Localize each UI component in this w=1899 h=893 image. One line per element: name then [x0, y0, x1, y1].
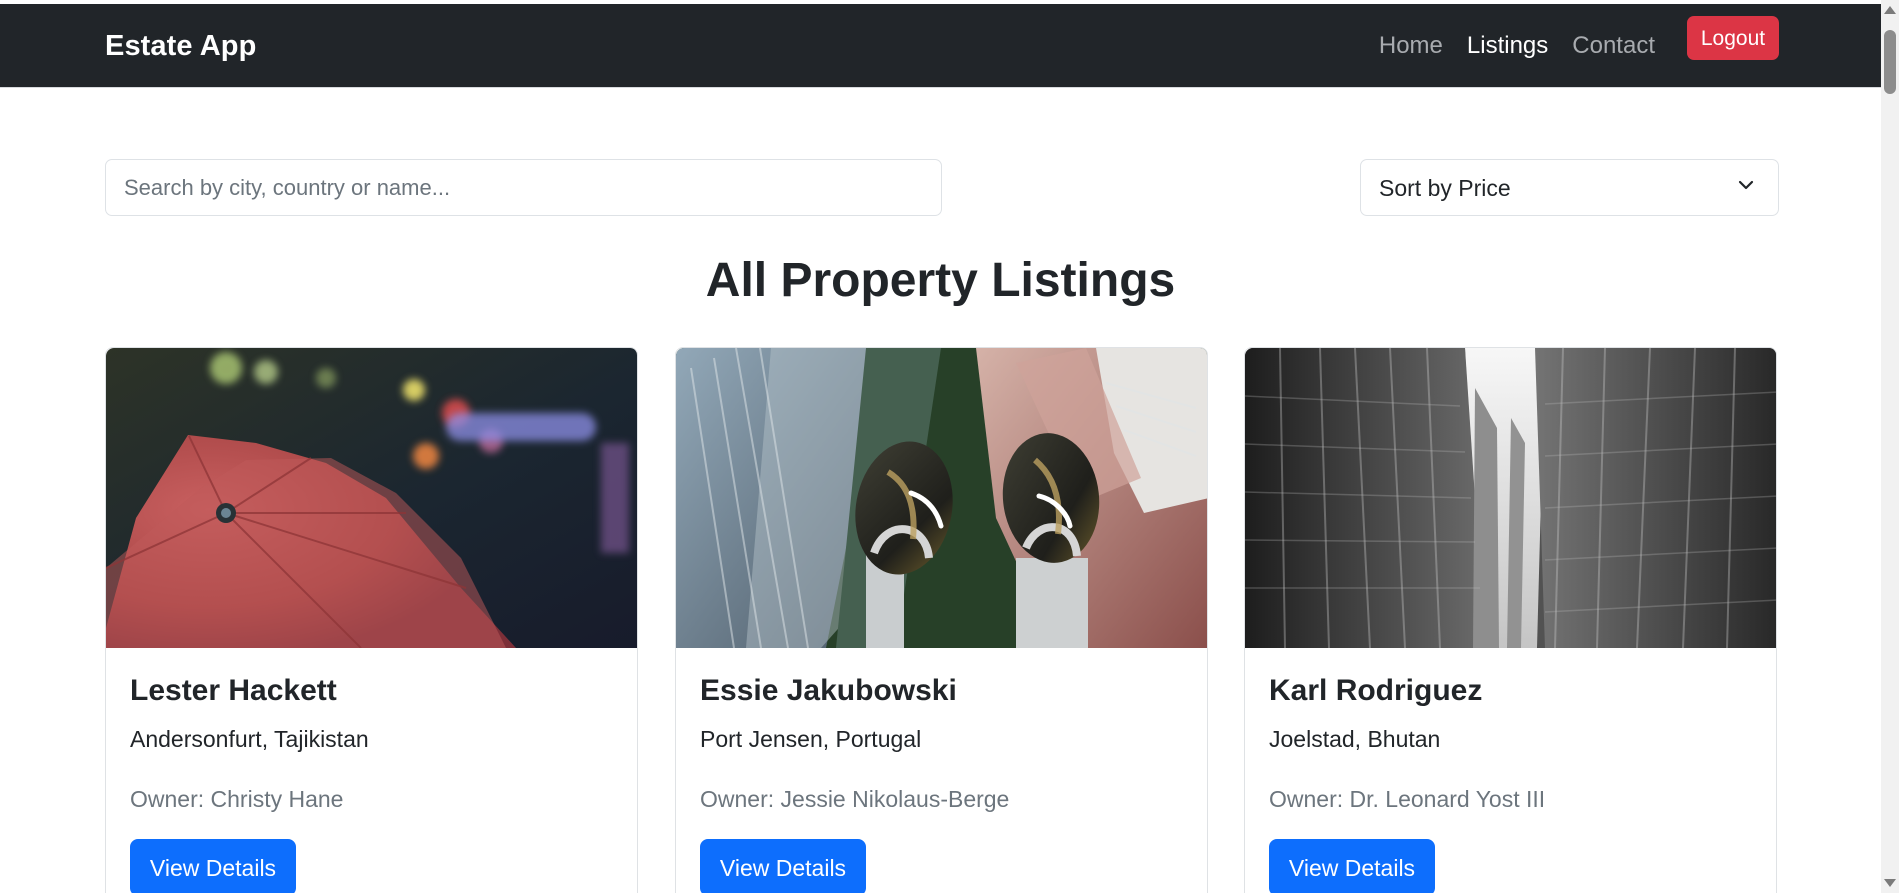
- view-details-button[interactable]: View Details: [700, 839, 866, 893]
- vertical-scrollbar[interactable]: [1881, 0, 1899, 893]
- card-title: Lester Hackett: [130, 674, 337, 707]
- nav-link-home[interactable]: Home: [1379, 32, 1443, 60]
- owner-name: Jessie Nikolaus-Berge: [780, 786, 1010, 812]
- card-location: Andersonfurt, Tajikistan: [130, 726, 369, 752]
- logout-button[interactable]: Logout: [1687, 16, 1779, 60]
- scroll-up-icon[interactable]: [1884, 6, 1896, 14]
- owner-label: Owner:: [130, 786, 205, 812]
- property-card: Lester Hackett Andersonfurt, Tajikistan …: [105, 347, 638, 893]
- card-location: Joelstad, Bhutan: [1269, 726, 1441, 752]
- card-owner: Owner: Jessie Nikolaus-Berge: [700, 786, 1009, 813]
- nav-link-contact[interactable]: Contact: [1572, 32, 1655, 60]
- nav-links: Home Listings Contact: [1379, 32, 1655, 60]
- chevron-down-icon: [1738, 177, 1754, 193]
- card-image-umbrella: [106, 348, 637, 648]
- umbrella-photo-icon: [106, 348, 637, 648]
- scroll-down-icon[interactable]: [1884, 879, 1896, 887]
- top-navbar: Estate App Home Listings Contact Logout: [0, 4, 1881, 88]
- nav-link-listings[interactable]: Listings: [1467, 32, 1548, 60]
- search-input[interactable]: [105, 159, 942, 216]
- owner-label: Owner:: [700, 786, 775, 812]
- card-owner: Owner: Dr. Leonard Yost III: [1269, 786, 1545, 813]
- street-buildings-photo-icon: [1245, 348, 1776, 648]
- owner-label: Owner:: [1269, 786, 1344, 812]
- card-image-city-feet: [676, 348, 1207, 648]
- owner-name: Christy Hane: [210, 786, 344, 812]
- estate-app-page: Estate App Home Listings Contact Logout …: [0, 0, 1899, 893]
- view-details-button[interactable]: View Details: [130, 839, 296, 893]
- card-title: Karl Rodriguez: [1269, 674, 1483, 707]
- card-owner: Owner: Christy Hane: [130, 786, 343, 813]
- sort-select[interactable]: Sort by Price: [1360, 159, 1779, 216]
- property-card: Karl Rodriguez Joelstad, Bhutan Owner: D…: [1244, 347, 1777, 893]
- card-title: Essie Jakubowski: [700, 674, 957, 707]
- brand-logo[interactable]: Estate App: [105, 30, 256, 63]
- owner-name: Dr. Leonard Yost III: [1349, 786, 1546, 812]
- scrollbar-thumb[interactable]: [1884, 30, 1896, 94]
- card-image-street-buildings: [1245, 348, 1776, 648]
- page-title: All Property Listings: [705, 254, 1176, 307]
- city-feet-photo-icon: [676, 348, 1207, 648]
- card-location: Port Jensen, Portugal: [700, 726, 922, 752]
- view-details-button[interactable]: View Details: [1269, 839, 1435, 893]
- property-card: Essie Jakubowski Port Jensen, Portugal O…: [675, 347, 1208, 893]
- sort-selected-value: Sort by Price: [1379, 175, 1511, 201]
